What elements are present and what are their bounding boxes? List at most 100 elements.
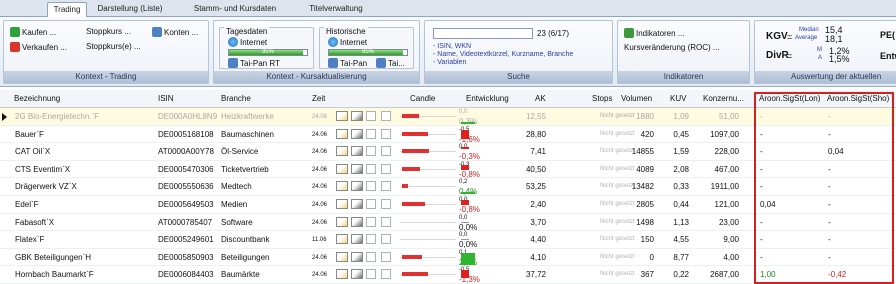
note-mini-icon[interactable] — [381, 146, 391, 157]
flag-mini-icon[interactable] — [366, 269, 376, 280]
flag-mini-icon[interactable] — [366, 111, 376, 121]
flag-mini-icon[interactable] — [366, 181, 376, 192]
kgv-equals: = — [787, 32, 793, 42]
stock-konzern: 1097,00 — [710, 129, 739, 139]
group-kursaktualisierung: Tagesdaten Internet 95% Tai-Pan RT Histo… — [213, 20, 420, 84]
aroon-sho-value: - — [828, 182, 831, 192]
flag-mini-icon[interactable] — [366, 199, 376, 209]
development-bar-fill — [461, 122, 475, 124]
news-mini-icon[interactable] — [351, 216, 363, 227]
chart-mini-icon[interactable] — [336, 251, 348, 262]
stock-isin: DE0005550636 — [158, 182, 214, 192]
chart-mini-icon[interactable] — [336, 234, 348, 245]
note-mini-icon[interactable] — [381, 128, 391, 139]
note-mini-icon[interactable] — [381, 216, 391, 227]
col-bezeichnung[interactable]: Bezeichnung — [14, 94, 60, 103]
flag-mini-icon[interactable] — [366, 163, 376, 174]
col-aroon-lon[interactable]: Aroon.SigSt(Lon) — [759, 94, 820, 103]
flag-mini-icon[interactable] — [366, 251, 376, 262]
table-row[interactable]: CTS Eventim`X DE0005470306 Ticketvertrieb 2… — [0, 161, 896, 179]
divr-label: DivR — [766, 50, 789, 61]
col-zeit[interactable]: Zeit — [312, 94, 325, 103]
news-mini-icon[interactable] — [351, 181, 363, 192]
aroon-lon-value: - — [760, 147, 763, 157]
table-row[interactable]: Hornbach Baumarkt`F DE0006084403 Baumärkte… — [0, 266, 896, 284]
col-branche[interactable]: Branche — [221, 94, 251, 103]
chart-mini-icon[interactable] — [336, 163, 348, 174]
col-entwicklung[interactable]: Entwicklung — [466, 94, 509, 103]
chart-mini-icon[interactable] — [336, 111, 348, 121]
taipan-rt-button[interactable]: Tai-Pan RT — [228, 58, 280, 68]
note-mini-icon[interactable] — [381, 111, 391, 121]
table-row[interactable]: Flatex`F DE0005249601 Discountbank 11.06 0,0… — [0, 231, 896, 249]
stoppkurs-button[interactable]: Stoppkurs ... — [86, 27, 131, 36]
search-count: 23 (6/17) — [537, 29, 570, 38]
tab-stammdaten[interactable]: Stamm- und Kursdaten — [186, 2, 284, 17]
stoppkurse-button[interactable]: Stoppkurs(e) ... — [86, 42, 141, 51]
tab-trading[interactable]: Trading — [47, 2, 87, 18]
note-mini-icon[interactable] — [381, 269, 391, 280]
table-row[interactable]: Bauer`FDE0005168108Baumaschinen24.06-0,5… — [0, 126, 896, 144]
flag-mini-icon[interactable] — [366, 146, 376, 157]
tages-internet-button[interactable]: Internet — [228, 37, 267, 47]
search-input[interactable] — [433, 28, 533, 39]
note-mini-icon[interactable] — [381, 163, 391, 174]
tab-titelverwaltung[interactable]: Titelverwaltung — [300, 2, 372, 17]
news-mini-icon[interactable] — [351, 269, 363, 280]
stock-branche: Beteiligungen — [221, 252, 270, 262]
stock-branche: Software — [221, 217, 253, 227]
col-candle[interactable]: Candle — [410, 94, 435, 103]
news-mini-icon[interactable] — [351, 111, 363, 121]
col-ak[interactable]: AK — [535, 94, 546, 103]
flag-mini-icon[interactable] — [366, 128, 376, 139]
stock-kuv: 0,22 — [673, 270, 689, 280]
aroon-sho-value: -0,42 — [828, 270, 847, 280]
col-konzern[interactable]: Konzernu... — [703, 94, 744, 103]
ribbon-tab-strip: Trading Darstellung (Liste) Stamm- und K… — [0, 0, 896, 18]
indikatoren-button[interactable]: Indikatoren ... — [624, 28, 684, 38]
kaufen-button[interactable]: Kaufen ... — [10, 27, 56, 37]
table-row[interactable]: 2G Bio-Energietechn.`F DE000A0HL8N9 Heizkr… — [0, 108, 896, 126]
col-stops[interactable]: Stops — [592, 94, 612, 103]
stock-name: Edel`F — [15, 200, 39, 209]
col-kuv[interactable]: KUV — [670, 94, 686, 103]
news-mini-icon[interactable] — [351, 163, 363, 174]
chart-mini-icon[interactable] — [336, 146, 348, 157]
chart-mini-icon[interactable] — [336, 128, 348, 139]
table-row[interactable]: Edel`FDE0005649503Medien24.060,0-0,8%2,4… — [0, 196, 896, 214]
news-mini-icon[interactable] — [351, 199, 363, 209]
news-mini-icon[interactable] — [351, 234, 363, 245]
development-bar — [461, 163, 471, 176]
chart-mini-icon[interactable] — [336, 181, 348, 192]
chart-mini-icon[interactable] — [336, 216, 348, 227]
development-bar — [461, 180, 475, 195]
development-bar-fill — [461, 191, 475, 195]
verkaufen-button[interactable]: Verkaufen ... — [10, 42, 67, 52]
konten-button[interactable]: Konten ... — [152, 27, 198, 37]
note-mini-icon[interactable] — [381, 251, 391, 262]
col-aroon-sho[interactable]: Aroon.SigSt(Sho) — [827, 94, 889, 103]
stock-ak: 37,72 — [525, 270, 546, 280]
note-mini-icon[interactable] — [381, 199, 391, 209]
flag-mini-icon[interactable] — [366, 234, 376, 245]
news-mini-icon[interactable] — [351, 146, 363, 157]
taipan-button[interactable]: Tai-Pan — [328, 58, 367, 68]
table-row[interactable]: CAT Oil`XAT0000A00Y78Öl-Service24.060,0-… — [0, 143, 896, 161]
tab-darstellung[interactable]: Darstellung (Liste) — [94, 2, 166, 17]
col-isin[interactable]: ISIN — [158, 94, 174, 103]
tai-button[interactable]: Tai... — [376, 58, 405, 68]
stock-zeit: 24.06 — [312, 166, 328, 173]
col-volumen[interactable]: Volumen — [621, 94, 652, 103]
note-mini-icon[interactable] — [381, 234, 391, 245]
roc-button[interactable]: Kursveränderung (ROC) ... — [624, 43, 720, 52]
news-mini-icon[interactable] — [351, 128, 363, 139]
chart-mini-icon[interactable] — [336, 269, 348, 280]
flag-mini-icon[interactable] — [366, 216, 376, 227]
table-row[interactable]: Fabasoft`X AT0000785407 Software 24.06 0,0 0,… — [0, 214, 896, 232]
table-row[interactable]: Drägerwerk VZ`X DE0005550636 Medtech 24.06 0… — [0, 178, 896, 196]
note-mini-icon[interactable] — [381, 181, 391, 192]
hist-internet-button[interactable]: Internet — [328, 37, 367, 47]
news-mini-icon[interactable] — [351, 251, 363, 262]
table-row[interactable]: GBK Beteiligungen`H DE0005850903 Beteiligu… — [0, 249, 896, 267]
chart-mini-icon[interactable] — [336, 199, 348, 209]
